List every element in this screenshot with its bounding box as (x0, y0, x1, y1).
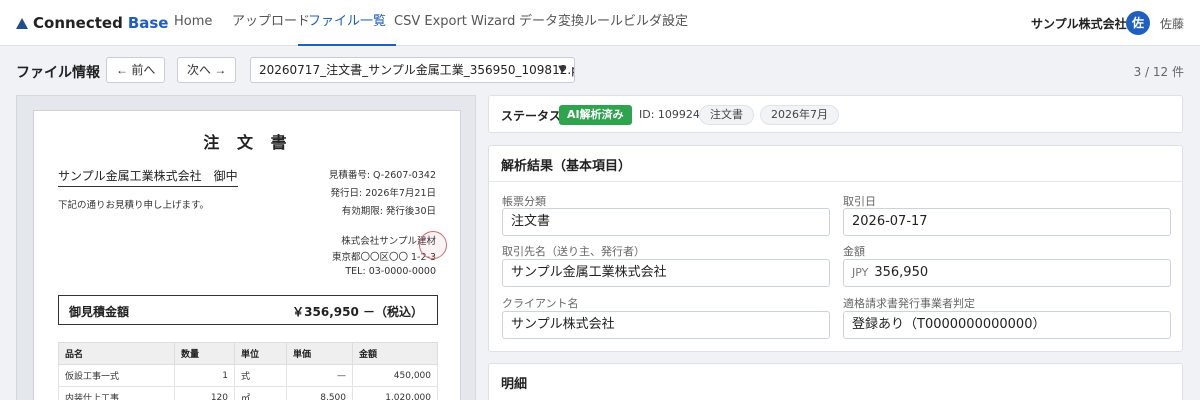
table-row: 内装仕上工事 120 ㎡ 8,500 1,020,000 (58, 386, 438, 400)
chevron-down-icon: ▼ (558, 64, 566, 75)
table-cell: 450,000 (352, 364, 438, 387)
table-header-row: 品名 数量 単位 単価 金額 (58, 342, 438, 365)
nav-tab-rule-builder[interactable]: データ変換ルールビルダー (519, 0, 675, 46)
doc-total-value: ￥356,950 －（税込） (292, 305, 423, 319)
doc-recipient: サンプル金属工業株式会社 御中 (58, 167, 238, 187)
table-cell: 120 (174, 386, 235, 400)
table-cell: 1 (174, 364, 235, 387)
field-label-vendor: 取引先名（送り主、発行者） (502, 245, 645, 258)
nav-tab-file-list[interactable]: ファイル一覧 (298, 0, 397, 46)
nav-tab-csv-export[interactable]: CSV Export Wizard (394, 0, 515, 46)
user-avatar[interactable]: 佐 (1126, 11, 1150, 35)
table-header: 単価 (286, 342, 353, 365)
field-label-date: 取引日 (843, 195, 876, 208)
next-button[interactable]: 次へ → (177, 57, 237, 83)
seal-stamp (419, 231, 447, 259)
table-cell: 仮設工事一式 (58, 364, 175, 387)
details-title: 明細 (501, 377, 528, 392)
file-select-value: 20260717_注文書_サンプル金属工業_356950_109812.pdf (259, 63, 575, 77)
doc-issue-date: 発行日: 2026年7月21日 (330, 188, 436, 199)
field-invoice-reg[interactable]: 登録あり（T0000000000000） (843, 311, 1171, 339)
brand-logo[interactable]: Connected Base (16, 14, 169, 32)
details-panel: 明細 (488, 363, 1183, 400)
table-header: 数量 (174, 342, 235, 365)
table-row: 仮設工事一式 1 式 — 450,000 (58, 364, 438, 387)
prev-button[interactable]: ← 前へ (106, 57, 166, 83)
status-badge: AI解析済み (559, 105, 632, 125)
table-cell: 内装仕上工事 (58, 386, 175, 400)
field-date[interactable]: 2026-07-17 (843, 208, 1171, 236)
table-cell: 式 (234, 364, 287, 387)
results-title: 解析結果（基本項目） (501, 159, 632, 174)
top-navbar: Connected Base Home アップロード ファイル一覧 CSV Ex… (0, 0, 1200, 46)
file-id: ID: 109924 (639, 108, 700, 121)
nav-tab-settings[interactable]: 設定 (662, 0, 688, 46)
tag-chip-month[interactable]: 2026年7月 (760, 105, 839, 125)
field-label-invoice-reg: 適格請求書発行事業者判定 (843, 297, 975, 310)
brand-triangle-icon (16, 17, 28, 29)
status-panel: ステータス AI解析済み ID: 109924 注文書 2026年7月 (488, 95, 1183, 133)
table-cell: 1,020,000 (352, 386, 438, 400)
table-header: 金額 (352, 342, 438, 365)
doc-total-label: 御見積金額 (69, 305, 130, 319)
status-label: ステータス (501, 109, 562, 123)
file-counter: 3 / 12 件 (1133, 65, 1184, 79)
document-viewer[interactable]: 注 文 書 サンプル金属工業株式会社 御中 下記の通りお見積り申し上げます。 見… (16, 95, 476, 400)
field-label-client: クライアント名 (502, 297, 579, 310)
file-select[interactable]: 20260717_注文書_サンプル金属工業_356950_109812.pdf … (250, 57, 575, 83)
brand-accent: Base (127, 14, 169, 32)
field-vendor[interactable]: サンプル金属工業株式会社 (502, 259, 830, 287)
analysis-results-panel: 解析結果（基本項目） 帳票分類 注文書 取引日 2026-07-17 取引先名（… (488, 145, 1183, 352)
nav-tab-home[interactable]: Home (174, 0, 212, 46)
table-header: 品名 (58, 342, 175, 365)
doc-items-table: 品名 数量 単位 単価 金額 仮設工事一式 1 式 — 450,000 内装仕上… (58, 342, 438, 400)
tag-chip-doctype[interactable]: 注文書 (699, 105, 754, 125)
table-cell: 8,500 (286, 386, 353, 400)
doc-total-box: 御見積金額 ￥356,950 －（税込） (58, 295, 438, 325)
table-cell: ㎡ (234, 386, 287, 400)
field-client[interactable]: サンプル株式会社 (502, 311, 830, 339)
divider (489, 181, 1182, 182)
company-name: サンプル株式会社 (1031, 17, 1127, 31)
brand-name: Connected (33, 14, 123, 32)
doc-title: 注 文 書 (203, 133, 293, 152)
doc-quote-no: 見積番号: Q-2607-0342 (328, 170, 436, 181)
field-doctype[interactable]: 注文書 (502, 208, 830, 236)
field-amount[interactable]: JPY 356,950 (843, 259, 1171, 287)
doc-greeting: 下記の通りお見積り申し上げます。 (58, 200, 210, 211)
table-cell: — (286, 364, 353, 387)
table-header: 単位 (234, 342, 287, 365)
field-amount-value: 356,950 (874, 265, 929, 280)
field-label-amount: 金額 (843, 245, 865, 258)
doc-issuer-tel: TEL: 03-0000-0000 (345, 266, 436, 277)
field-label-doctype: 帳票分類 (502, 195, 546, 208)
user-name[interactable]: 佐藤 (1160, 15, 1184, 32)
document-page: 注 文 書 サンプル金属工業株式会社 御中 下記の通りお見積り申し上げます。 見… (33, 110, 461, 400)
currency-prefix: JPY (852, 266, 869, 279)
doc-validity: 有効期限: 発行後30日 (341, 206, 436, 217)
page-title: ファイル情報 (16, 65, 100, 81)
